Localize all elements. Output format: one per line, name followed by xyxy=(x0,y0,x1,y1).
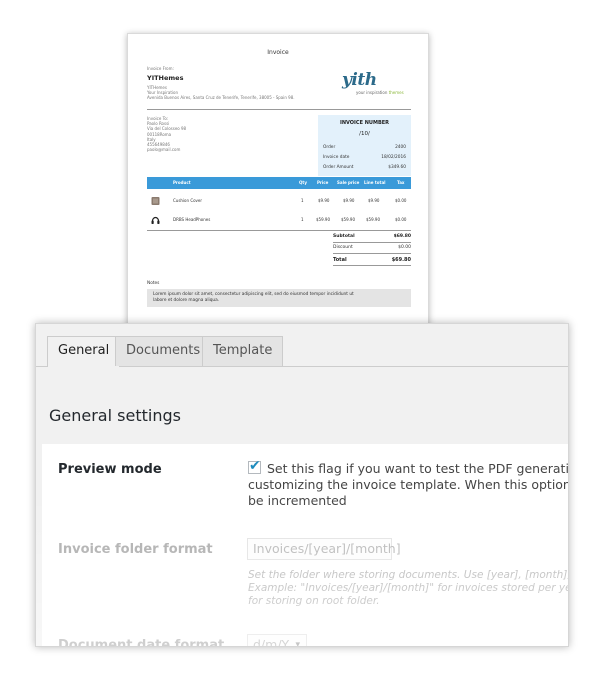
divider xyxy=(147,230,411,231)
item-name: DRBS HeadPhones xyxy=(173,217,211,222)
date-format-value: d/m/Y xyxy=(253,637,290,647)
date-format-select[interactable]: d/m/Y ▾ xyxy=(247,634,307,647)
amount-value: $349.60 xyxy=(388,165,406,170)
col-tax: Tax xyxy=(397,180,405,185)
tab-documents[interactable]: Documents xyxy=(115,336,212,366)
item-tax: $0.00 xyxy=(395,198,407,203)
yith-logo: yith your inspiration themes xyxy=(342,70,412,98)
company-address: YITHemes Your Inspiration Avenida Buenos… xyxy=(147,85,295,101)
discount-row: Discount $0.00 xyxy=(333,245,411,250)
item-line-total: $9.90 xyxy=(368,198,380,203)
logo-tag-accent: themes xyxy=(388,90,404,95)
invoice-from-label: Invoice From: xyxy=(147,66,174,71)
hint-line: Set the folder where storing documents. … xyxy=(248,569,569,581)
col-product: Product xyxy=(173,180,191,185)
divider xyxy=(147,109,411,110)
preview-mode-description: Set this flag if you want to test the PD… xyxy=(248,461,569,509)
invoice-number-value: /10/ xyxy=(359,131,370,137)
item-qty: 1 xyxy=(301,217,304,222)
col-qty: Qty xyxy=(299,180,307,185)
logo-tag-main: your inspiration xyxy=(356,90,388,95)
order-label: Order xyxy=(323,145,336,150)
company-line: Avenida Buenos Aires, Santa Cruz de Tene… xyxy=(147,95,295,101)
notes-box: Lorem ipsum dolor sit amet, consectetur … xyxy=(147,289,411,307)
headphones-thumbnail xyxy=(151,216,160,224)
item-line-total: $59.90 xyxy=(366,217,380,222)
invoice-to: Invoice To: Paolo Rossi Via del Colosseo… xyxy=(147,116,186,152)
table-row: Cushion Cover 1 $9.90 $9.90 $9.90 $0.00 xyxy=(147,191,411,211)
logo-mark: yith xyxy=(342,70,377,90)
divider xyxy=(333,253,411,254)
folder-format-label: Invoice folder format xyxy=(58,542,213,557)
products-table-header: Product Qty Price Sale price Line total … xyxy=(147,177,411,189)
order-value: 2400 xyxy=(395,145,406,150)
total-row: Total $69.80 xyxy=(333,257,411,263)
invoice-title: Invoice xyxy=(267,49,289,56)
section-title: General settings xyxy=(49,406,181,425)
item-price: $9.90 xyxy=(318,198,330,203)
folder-format-input[interactable]: Invoices/[year]/[month] xyxy=(247,538,401,560)
settings-panel: General Documents Template General setti… xyxy=(35,323,569,647)
preview-mode-checkbox[interactable]: ✔ xyxy=(248,458,261,474)
divider xyxy=(333,242,411,243)
order-row: Order 2400 xyxy=(323,145,406,150)
amount-row: Order Amount $349.60 xyxy=(323,165,406,170)
tab-template[interactable]: Template xyxy=(202,336,284,366)
notes-label: Notes xyxy=(147,281,160,286)
tab-general[interactable]: General xyxy=(47,336,121,367)
desc-line: be incremented xyxy=(248,493,347,508)
divider xyxy=(333,265,411,266)
preview-mode-label: Preview mode xyxy=(58,462,162,477)
item-tax: $0.00 xyxy=(395,217,407,222)
hint-line: for storing on root folder. xyxy=(248,595,380,607)
date-value: 18/02/2016 xyxy=(381,155,406,160)
col-sale-price: Sale price xyxy=(337,180,360,185)
date-row: Invoice date 18/02/2016 xyxy=(323,155,406,160)
company-name: YITHemes xyxy=(147,74,184,82)
col-price: Price xyxy=(317,180,329,185)
subtotal-label: Subtotal xyxy=(333,234,355,239)
notes-line: labore et dolore magna aliqua. xyxy=(153,298,220,303)
desc-line: customizing the invoice template. When t… xyxy=(248,477,569,492)
item-qty: 1 xyxy=(301,198,304,203)
amount-label: Order Amount xyxy=(323,165,354,170)
invoice-number-box: INVOICE NUMBER /10/ Order 2400 Invoice da… xyxy=(318,115,411,176)
logo-tagline: your inspiration themes xyxy=(356,90,404,95)
cushion-thumbnail xyxy=(151,197,160,205)
chevron-down-icon: ▾ xyxy=(295,640,300,647)
discount-value: $0.00 xyxy=(398,245,411,250)
date-format-label: Document date format xyxy=(58,638,225,647)
invoice-number-title: INVOICE NUMBER xyxy=(339,120,390,126)
subtotal-value: $69.80 xyxy=(393,234,411,239)
to-line: paolo@mail.com xyxy=(147,147,181,153)
invoice-preview: Invoice Invoice From: YITHemes YITHemes … xyxy=(127,33,429,327)
col-line-total: Line total xyxy=(364,180,386,185)
to-line: Via del Colosseo 98 xyxy=(147,126,187,132)
date-label: Invoice date xyxy=(323,155,350,160)
item-price: $59.90 xyxy=(316,217,330,222)
total-label: Total xyxy=(333,257,347,263)
item-sale-price: $9.90 xyxy=(343,198,355,203)
total-value: $69.80 xyxy=(391,257,411,263)
item-sale-price: $59.90 xyxy=(341,217,355,222)
discount-label: Discount xyxy=(333,245,353,250)
checkmark-icon: ✔ xyxy=(249,458,261,474)
desc-line: Set this flag if you want to test the PD… xyxy=(267,461,569,476)
tab-bar: General Documents Template xyxy=(36,324,568,367)
folder-format-hint: Set the folder where storing documents. … xyxy=(248,569,569,608)
table-row: DRBS HeadPhones 1 $59.90 $59.90 $59.90 $… xyxy=(147,210,411,230)
hint-line: Example: "Invoices/[year]/[month]" for i… xyxy=(248,582,568,594)
subtotal-row: Subtotal $69.80 xyxy=(333,234,411,239)
item-name: Cushion Cover xyxy=(173,198,203,203)
